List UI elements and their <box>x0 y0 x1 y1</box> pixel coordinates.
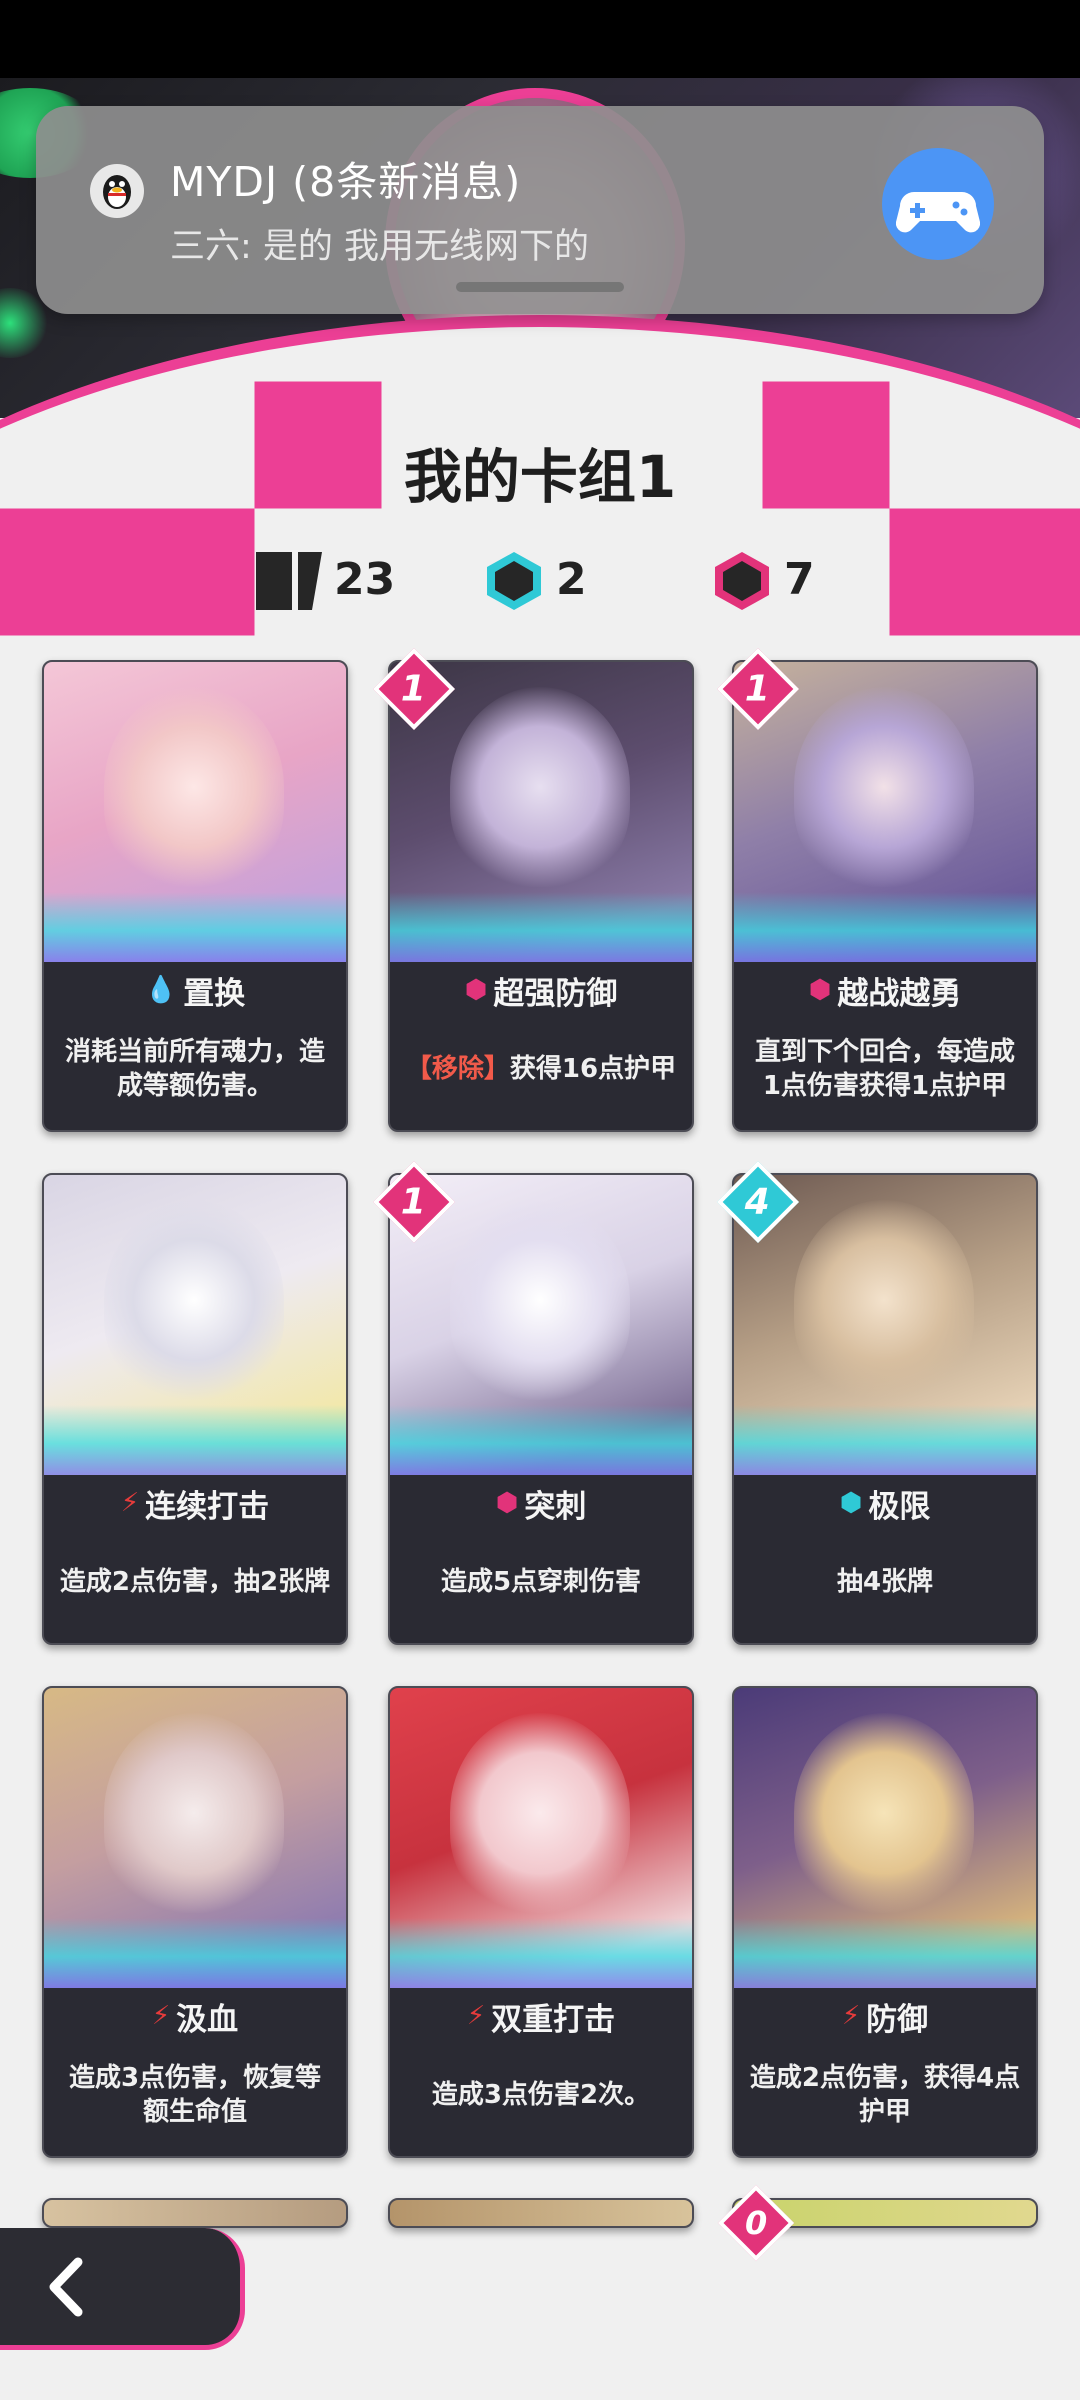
notification-banner[interactable]: MYDJ (8条新消息) 三六: 是的 我用无线网下的 <box>36 106 1044 314</box>
card-description: 【移除】获得16点护甲 <box>405 1054 677 1084</box>
back-button[interactable] <box>0 2228 245 2350</box>
stat-pink-cost: 7 <box>712 546 832 616</box>
qq-penguin-icon <box>90 164 144 218</box>
card-cost-badge: 0 <box>717 2184 795 2262</box>
card-name: ⬢ 极限 <box>839 1488 931 1525</box>
cyan-hexagon-icon: ⬢ <box>839 1488 863 1518</box>
pink-hexagon-icon: ⬢ <box>495 1488 519 1518</box>
card-description: 抽4张牌 <box>836 1567 934 1597</box>
water-drop-icon: 💧 <box>144 975 178 1005</box>
card-item[interactable] <box>388 2198 694 2228</box>
stat-cyan-cost-value: 2 <box>556 554 587 605</box>
chevron-left-icon <box>49 2257 83 2317</box>
card-description: 造成2点伤害，获得4点护甲 <box>749 2063 1021 2127</box>
card-item[interactable]: ⚡ 防御 造成2点伤害，获得4点护甲 <box>732 1686 1038 2158</box>
card-description: 造成2点伤害，抽2张牌 <box>59 1567 331 1597</box>
card-item[interactable]: ⚡ 双重打击 造成3点伤害2次。 <box>388 1686 694 2158</box>
card-name: ⬢ 突刺 <box>495 1488 587 1525</box>
card-description: 直到下个回合，每造成1点伤害获得1点护甲 <box>754 1037 1015 1101</box>
gamepad-icon[interactable] <box>882 148 994 260</box>
notification-message: 三六: 是的 我用无线网下的 <box>170 227 590 267</box>
card-art <box>44 1175 346 1475</box>
card-item[interactable]: ⚡ 连续打击 造成2点伤害，抽2张牌 <box>42 1173 348 1645</box>
card-description: 造成3点伤害，恢复等额生命值 <box>68 2063 322 2127</box>
lightning-icon: ⚡ <box>120 1488 140 1518</box>
card-item[interactable]: ⬢ 越战越勇 直到下个回合，每造成1点伤害获得1点护甲 <box>732 660 1038 1132</box>
deck-title: 我的卡组1 <box>403 443 677 511</box>
card-description: 造成3点伤害2次。 <box>431 2080 651 2110</box>
card-name: ⬢ 超强防御 <box>464 975 618 1012</box>
card-item[interactable] <box>42 2198 348 2228</box>
card-name: ⚡ 汲血 <box>151 2001 239 2038</box>
cyan-hexagon-icon <box>487 552 541 610</box>
card-name: ⚡ 双重打击 <box>466 2001 616 2038</box>
stat-card-count-value: 23 <box>334 554 396 605</box>
lightning-icon: ⚡ <box>151 2001 171 2031</box>
lightning-icon: ⚡ <box>466 2001 486 2031</box>
card-item[interactable]: ⬢ 突刺 造成5点穿刺伤害 <box>388 1173 694 1645</box>
card-name: ⬢ 越战越勇 <box>808 975 962 1012</box>
card-art <box>44 662 346 962</box>
screen: MYDJ (8条新消息) 三六: 是的 我用无线网下的 我的卡组1 23 2 7… <box>0 0 1080 2400</box>
card-description: 造成5点穿刺伤害 <box>440 1567 642 1597</box>
card-art <box>390 1688 692 1988</box>
notification-handle[interactable] <box>456 282 624 292</box>
card-description: 消耗当前所有魂力，造成等额伤害。 <box>64 1037 325 1101</box>
card-name: ⚡ 连续打击 <box>120 1488 270 1525</box>
pink-hexagon-icon <box>715 552 769 610</box>
card-item[interactable]: ⚡ 汲血 造成3点伤害，恢复等额生命值 <box>42 1686 348 2158</box>
pink-hexagon-icon: ⬢ <box>464 975 488 1005</box>
card-item[interactable]: ⬢ 超强防御 【移除】获得16点护甲 <box>388 660 694 1132</box>
stat-pink-cost-value: 7 <box>784 554 815 605</box>
card-art <box>734 1688 1036 1988</box>
card-name: 💧 置换 <box>144 975 246 1012</box>
notification-title: MYDJ (8条新消息) <box>170 158 522 206</box>
lightning-icon: ⚡ <box>841 2001 861 2031</box>
card-item[interactable]: ⬢ 极限 抽4张牌 <box>732 1173 1038 1645</box>
card-name: ⚡ 防御 <box>841 2001 929 2038</box>
card-item[interactable]: 💧 置换 消耗当前所有魂力，造成等额伤害。 <box>42 660 348 1132</box>
card-stack-icon <box>256 552 322 610</box>
card-art <box>44 1688 346 1988</box>
stat-cyan-cost: 2 <box>484 546 604 616</box>
stat-card-count: 23 <box>254 546 396 616</box>
status-bar <box>0 0 1080 78</box>
pink-hexagon-icon: ⬢ <box>808 975 832 1005</box>
